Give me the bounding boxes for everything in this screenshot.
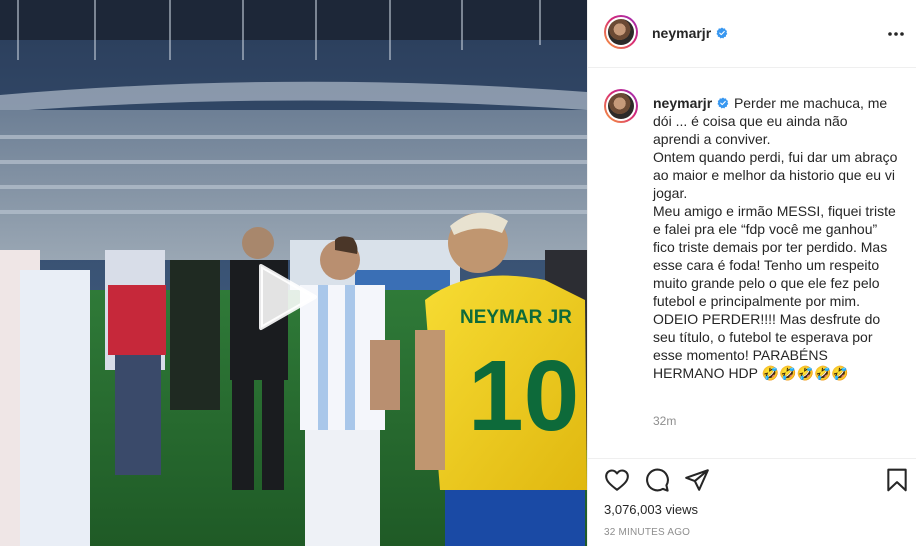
- post-header: neymarjr: [588, 0, 916, 68]
- header-username[interactable]: neymarjr: [652, 25, 711, 41]
- bookmark-icon[interactable]: [884, 467, 910, 493]
- caption-timestamp[interactable]: 32m: [653, 414, 676, 428]
- views-count[interactable]: 3,076,003 views: [604, 502, 698, 517]
- verified-badge-icon: [717, 97, 729, 109]
- play-icon: [259, 264, 317, 330]
- post-timestamp[interactable]: 32 minutes ago: [604, 527, 690, 538]
- caption-line: Ontem quando perdi, fui dar um abraço ao…: [653, 149, 898, 201]
- heart-icon[interactable]: [604, 467, 630, 493]
- caption-line: Meu amigo e irmão MESSI, fiquei triste e…: [653, 203, 896, 309]
- svg-text:NEYMAR JR: NEYMAR JR: [460, 307, 572, 328]
- play-button[interactable]: [251, 262, 321, 332]
- comment-icon[interactable]: [644, 467, 670, 493]
- video-player[interactable]: NEYMAR JR 10: [0, 0, 587, 546]
- send-icon[interactable]: [684, 467, 710, 493]
- post-details-panel: neymarjr neymarjr Perder me machuca, me …: [587, 0, 916, 546]
- caption-paragraph: neymarjr Perder me machuca, me dói ... é…: [653, 94, 898, 148]
- avatar[interactable]: [604, 15, 638, 49]
- action-bar: [588, 458, 916, 499]
- caption-username[interactable]: neymarjr: [653, 95, 712, 111]
- instagram-post: NEYMAR JR 10 neymarjr neymarjr Perder me…: [0, 0, 916, 546]
- caption-line: ODEIO PERDER!!!! Mas desfrute do seu tít…: [653, 311, 881, 381]
- verified-badge-icon: [716, 27, 728, 39]
- caption-avatar[interactable]: [604, 89, 638, 123]
- caption: neymarjr Perder me machuca, me dói ... é…: [653, 94, 898, 382]
- svg-text:10: 10: [468, 340, 579, 452]
- more-options-icon[interactable]: [886, 24, 906, 44]
